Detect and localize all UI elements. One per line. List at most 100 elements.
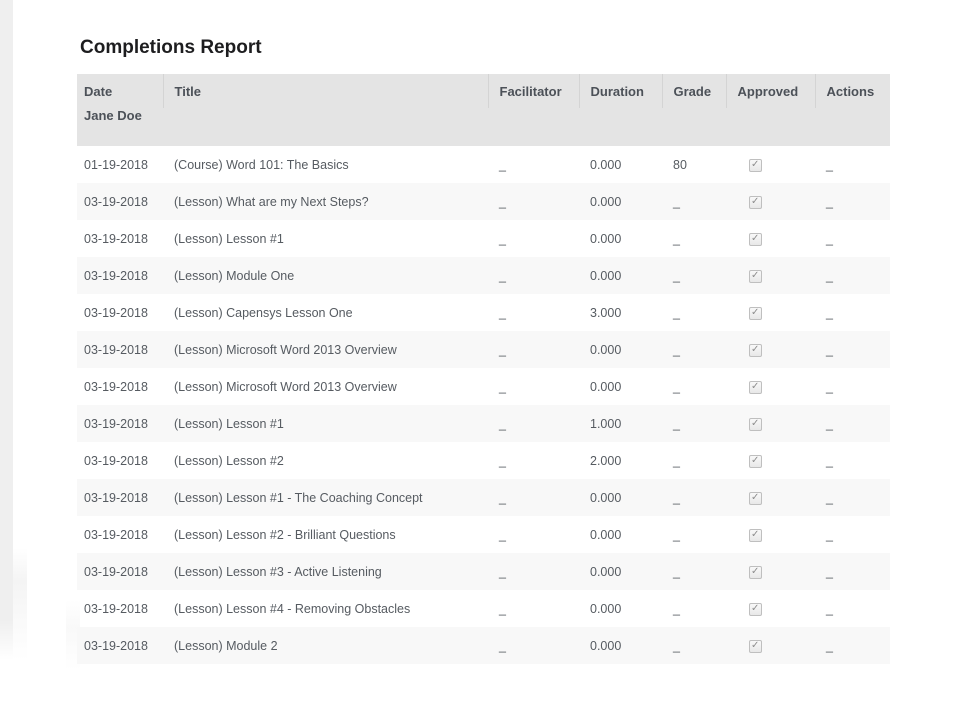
cell-duration: 3.000 — [579, 294, 662, 331]
cell-duration: 0.000 — [579, 368, 662, 405]
cell-actions: _ — [815, 183, 890, 220]
group-label: Jane Doe — [77, 108, 890, 146]
approved-checkbox[interactable] — [749, 196, 762, 209]
cell-grade: _ — [662, 516, 726, 553]
cell-actions: _ — [815, 257, 890, 294]
cell-duration: 0.000 — [579, 146, 662, 183]
cell-grade: _ — [662, 183, 726, 220]
cell-date: 03-19-2018 — [77, 442, 163, 479]
approved-checkbox[interactable] — [749, 233, 762, 246]
cell-approved — [726, 368, 815, 405]
cell-actions: _ — [815, 442, 890, 479]
column-header-approved[interactable]: Approved — [726, 74, 815, 108]
approved-checkbox[interactable] — [749, 418, 762, 431]
cell-grade: _ — [662, 368, 726, 405]
column-header-date[interactable]: Date — [77, 74, 163, 108]
table-row: 03-19-2018(Lesson) Lesson #3 - Active Li… — [77, 553, 890, 590]
approved-checkbox[interactable] — [749, 381, 762, 394]
page-title: Completions Report — [80, 34, 890, 61]
cell-approved — [726, 183, 815, 220]
table-row: 01-19-2018(Course) Word 101: The Basics_… — [77, 146, 890, 183]
cell-grade: _ — [662, 442, 726, 479]
cell-date: 03-19-2018 — [77, 405, 163, 442]
table-row: 03-19-2018(Lesson) Module One_0.000__ — [77, 257, 890, 294]
column-header-facilitator[interactable]: Facilitator — [488, 74, 579, 108]
cell-date: 03-19-2018 — [77, 627, 163, 664]
cell-grade: _ — [662, 590, 726, 627]
column-header-title[interactable]: Title — [163, 74, 488, 108]
cell-facilitator: _ — [488, 479, 579, 516]
approved-checkbox[interactable] — [749, 455, 762, 468]
cell-title: (Lesson) Lesson #4 - Removing Obstacles — [163, 590, 488, 627]
cell-approved — [726, 553, 815, 590]
table-row: 03-19-2018(Lesson) Microsoft Word 2013 O… — [77, 368, 890, 405]
cell-duration: 0.000 — [579, 220, 662, 257]
cell-facilitator: _ — [488, 294, 579, 331]
cell-facilitator: _ — [488, 146, 579, 183]
cell-title: (Lesson) Lesson #2 - Brilliant Questions — [163, 516, 488, 553]
approved-checkbox[interactable] — [749, 344, 762, 357]
cell-duration: 1.000 — [579, 405, 662, 442]
approved-checkbox[interactable] — [749, 529, 762, 542]
cell-duration: 0.000 — [579, 331, 662, 368]
cell-facilitator: _ — [488, 220, 579, 257]
approved-checkbox[interactable] — [749, 603, 762, 616]
cell-approved — [726, 479, 815, 516]
cell-facilitator: _ — [488, 368, 579, 405]
table-row: 03-19-2018(Lesson) Module 2_0.000__ — [77, 627, 890, 664]
cell-date: 03-19-2018 — [77, 294, 163, 331]
group-row: Jane Doe — [77, 108, 890, 146]
cell-date: 01-19-2018 — [77, 146, 163, 183]
approved-checkbox[interactable] — [749, 492, 762, 505]
cell-approved — [726, 442, 815, 479]
cell-grade: _ — [662, 553, 726, 590]
cell-actions: _ — [815, 368, 890, 405]
cell-approved — [726, 516, 815, 553]
cell-actions: _ — [815, 146, 890, 183]
cell-date: 03-19-2018 — [77, 257, 163, 294]
cell-grade: _ — [662, 294, 726, 331]
cell-date: 03-19-2018 — [77, 590, 163, 627]
column-header-actions[interactable]: Actions — [815, 74, 890, 108]
cell-title: (Lesson) Module 2 — [163, 627, 488, 664]
table-body: 01-19-2018(Course) Word 101: The Basics_… — [77, 146, 890, 664]
column-header-duration[interactable]: Duration — [579, 74, 662, 108]
cell-facilitator: _ — [488, 627, 579, 664]
cell-facilitator: _ — [488, 183, 579, 220]
cell-approved — [726, 220, 815, 257]
table-row: 03-19-2018(Lesson) Capensys Lesson One_3… — [77, 294, 890, 331]
cell-approved — [726, 627, 815, 664]
cell-date: 03-19-2018 — [77, 516, 163, 553]
window-edge-artifact — [0, 0, 13, 660]
cell-title: (Lesson) What are my Next Steps? — [163, 183, 488, 220]
cell-facilitator: _ — [488, 257, 579, 294]
cell-title: (Lesson) Capensys Lesson One — [163, 294, 488, 331]
approved-checkbox[interactable] — [749, 270, 762, 283]
table-row: 03-19-2018(Lesson) Lesson #2 - Brilliant… — [77, 516, 890, 553]
cell-approved — [726, 257, 815, 294]
cell-duration: 0.000 — [579, 257, 662, 294]
column-header-grade[interactable]: Grade — [662, 74, 726, 108]
cell-title: (Lesson) Lesson #1 — [163, 220, 488, 257]
approved-checkbox[interactable] — [749, 307, 762, 320]
cell-approved — [726, 590, 815, 627]
approved-checkbox[interactable] — [749, 640, 762, 653]
cell-duration: 0.000 — [579, 183, 662, 220]
cell-actions: _ — [815, 220, 890, 257]
approved-checkbox[interactable] — [749, 159, 762, 172]
cell-grade: _ — [662, 627, 726, 664]
cell-approved — [726, 294, 815, 331]
window-edge-shadow — [13, 548, 27, 660]
cell-actions: _ — [815, 516, 890, 553]
cell-grade: _ — [662, 220, 726, 257]
cell-duration: 0.000 — [579, 590, 662, 627]
cell-grade: 80 — [662, 146, 726, 183]
table-row: 03-19-2018(Lesson) Lesson #1_0.000__ — [77, 220, 890, 257]
cell-date: 03-19-2018 — [77, 479, 163, 516]
header-row: Date Title Facilitator Duration Grade Ap… — [77, 74, 890, 108]
cell-title: (Lesson) Lesson #1 - The Coaching Concep… — [163, 479, 488, 516]
table-row: 03-19-2018(Lesson) Lesson #1 - The Coach… — [77, 479, 890, 516]
cell-title: (Lesson) Lesson #3 - Active Listening — [163, 553, 488, 590]
approved-checkbox[interactable] — [749, 566, 762, 579]
cell-actions: _ — [815, 405, 890, 442]
